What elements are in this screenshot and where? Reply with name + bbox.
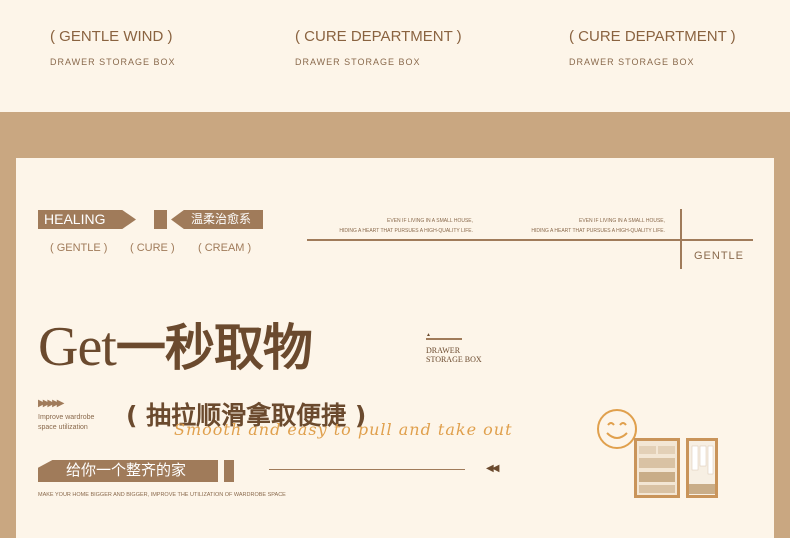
vertical-line <box>680 209 682 269</box>
top-col-3: ( CURE DEPARTMENT ) DRAWER STORAGE BOX <box>569 28 736 67</box>
drawer-line: DRAWER <box>426 346 461 355</box>
drawer-line: STORAGE BOX <box>426 355 482 364</box>
tiny-line: EVEN IF LIVING IN A SMALL HOUSE, <box>387 218 473 224</box>
arrows-icon: ▶▶▶▶▶ <box>38 398 65 409</box>
sub-gentle: ( GENTLE ) <box>50 242 108 254</box>
top-col-2: ( CURE DEPARTMENT ) DRAWER STORAGE BOX <box>295 28 462 67</box>
wardrobe-illustration <box>634 438 718 498</box>
make-text: MAKE YOUR HOME BIGGER AND BIGGER, IMPROV… <box>38 492 286 498</box>
improve-line: Improve wardrobe <box>38 414 95 421</box>
top-title: ( GENTLE WIND ) <box>50 28 173 45</box>
top-col-1: ( GENTLE WIND ) DRAWER STORAGE BOX <box>50 28 176 67</box>
top-subtitle: DRAWER STORAGE BOX <box>569 57 695 67</box>
home-line <box>269 469 465 470</box>
top-subtitle: DRAWER STORAGE BOX <box>295 57 421 67</box>
drawer-label: DRAWER STORAGE BOX <box>426 346 482 364</box>
headline-cn: 一秒取物 <box>115 319 313 377</box>
sub-cream: ( CREAM ) <box>198 242 252 254</box>
top-subtitle: DRAWER STORAGE BOX <box>50 57 176 67</box>
healing-cn-tag: 温柔治愈系 <box>171 210 263 229</box>
healing-tag: HEALING <box>38 210 136 229</box>
home-square <box>224 460 234 482</box>
top-strip: ( GENTLE WIND ) DRAWER STORAGE BOX ( CUR… <box>0 0 790 112</box>
tiny-line: EVEN IF LIVING IN A SMALL HOUSE, <box>579 218 665 224</box>
top-title: ( CURE DEPARTMENT ) <box>295 28 462 45</box>
tiny-line: HIDING A HEART THAT PURSUES A HIGH-QUALI… <box>339 228 473 234</box>
gentle-label: GENTLE <box>694 250 745 262</box>
home-banner: 给你一个整齐的家 <box>38 460 218 482</box>
improve-line: space utilization <box>38 424 88 431</box>
tag-square <box>154 210 167 229</box>
headline: Get一秒取物 <box>38 308 313 380</box>
tiny-text-block-1: EVEN IF LIVING IN A SMALL HOUSE, HIDING … <box>321 216 473 236</box>
script-text: Smooth and easy to pull and take out <box>174 420 513 439</box>
rewind-icon: ◀◀ <box>486 463 499 474</box>
tiny-text-block-2: EVEN IF LIVING IN A SMALL HOUSE, HIDING … <box>513 216 665 236</box>
headline-en: Get <box>38 316 117 378</box>
drawer-rule <box>426 338 462 340</box>
top-title: ( CURE DEPARTMENT ) <box>569 28 736 45</box>
divider-line <box>307 239 753 241</box>
feature-card: HEALING 温柔治愈系 ( GENTLE ) ( CURE ) ( CREA… <box>16 158 774 538</box>
improve-text: Improve wardrobe space utilization <box>38 413 94 433</box>
caret-up-icon: ▲ <box>426 332 431 338</box>
sub-cure: ( CURE ) <box>130 242 175 254</box>
tiny-line: HIDING A HEART THAT PURSUES A HIGH-QUALI… <box>531 228 665 234</box>
